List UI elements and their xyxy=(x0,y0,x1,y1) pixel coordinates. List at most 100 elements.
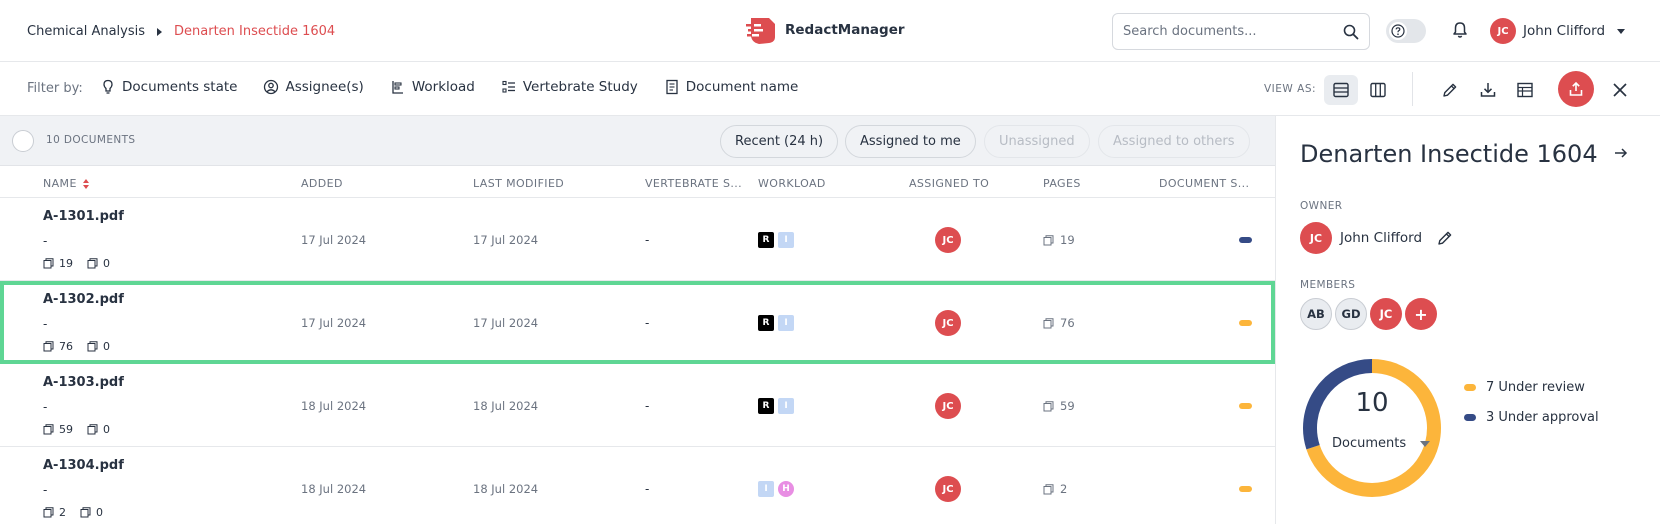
search-icon[interactable] xyxy=(1343,24,1359,40)
breadcrumb-current[interactable]: Denarten Insectide 1604 xyxy=(174,24,335,39)
pages-icon xyxy=(1043,400,1054,411)
filter-assignees[interactable]: Assignee(s) xyxy=(263,79,364,95)
table-row[interactable]: A-1304.pdf - 2 0 18 Jul 2024 18 Jul 2024… xyxy=(0,447,1275,524)
filter-document-name[interactable]: Document name xyxy=(664,79,798,95)
filter-workload[interactable]: Workload xyxy=(390,79,475,95)
file-page-count: 59 xyxy=(59,423,73,436)
add-member-button[interactable]: + xyxy=(1405,298,1437,330)
assignee-avatar[interactable]: JC xyxy=(935,310,961,336)
member-avatar[interactable]: GD xyxy=(1335,298,1367,330)
workload-info-badge: I xyxy=(778,315,794,331)
pages-icon xyxy=(43,341,54,352)
close-button[interactable] xyxy=(1606,76,1634,104)
legend-item-under-approval[interactable]: 3 Under approval xyxy=(1464,410,1599,425)
column-header-assigned-to[interactable]: ASSIGNED TO xyxy=(909,177,989,190)
filter-vertebrate-study[interactable]: Vertebrate Study xyxy=(501,79,638,95)
table-row[interactable]: A-1302.pdf - 76 0 17 Jul 2024 17 Jul 202… xyxy=(0,281,1275,364)
page-count-value: 2 xyxy=(1060,482,1068,496)
quick-filter-assigned-to-others[interactable]: Assigned to others xyxy=(1098,125,1250,158)
filter-label-text: Vertebrate Study xyxy=(522,79,638,95)
edit-owner-pencil-icon[interactable] xyxy=(1436,229,1454,247)
table-icon xyxy=(1517,82,1533,98)
table-row[interactable]: A-1301.pdf - 19 0 17 Jul 2024 17 Jul 202… xyxy=(0,198,1275,281)
added-date: 18 Jul 2024 xyxy=(301,399,367,413)
assignee-avatar[interactable]: JC xyxy=(935,393,961,419)
upload-icon xyxy=(1569,81,1583,96)
workload-info-badge: I xyxy=(778,232,794,248)
file-attachment-count: 0 xyxy=(103,423,110,436)
owner-label: OWNER xyxy=(1300,200,1343,212)
page-count: 2 xyxy=(1043,482,1067,496)
legend-swatch xyxy=(1464,384,1476,391)
column-header-name[interactable]: NAME xyxy=(43,177,89,190)
member-avatar[interactable]: JC xyxy=(1370,298,1402,330)
brand-name: RedactManager xyxy=(785,22,905,38)
document-icon xyxy=(666,79,678,95)
member-avatar[interactable]: AB xyxy=(1300,298,1332,330)
files-icon xyxy=(87,424,98,435)
download-button[interactable] xyxy=(1474,76,1502,104)
column-header-vertebrate[interactable]: VERTEBRATE S... xyxy=(645,177,742,190)
list-toolbar: 10 DOCUMENTS Recent (24 h) Assigned to m… xyxy=(0,116,1275,166)
search-input[interactable] xyxy=(1123,24,1343,39)
assignee-avatar[interactable]: JC xyxy=(935,476,961,502)
assignee-avatar[interactable]: JC xyxy=(935,227,961,253)
pencil-icon xyxy=(1443,83,1457,97)
view-board-button[interactable] xyxy=(1361,75,1395,105)
legend-label: 7 Under review xyxy=(1486,380,1585,395)
file-name[interactable]: A-1303.pdf xyxy=(43,375,124,390)
column-header-document-status[interactable]: DOCUMENT S... xyxy=(1159,177,1249,190)
collapse-arrow-icon[interactable] xyxy=(1612,144,1630,162)
column-header-added[interactable]: ADDED xyxy=(301,177,343,190)
owner-avatar: JC xyxy=(1300,222,1332,254)
document-rows: A-1301.pdf - 19 0 17 Jul 2024 17 Jul 202… xyxy=(0,198,1275,524)
modified-date: 17 Jul 2024 xyxy=(473,316,539,330)
column-header-last-modified[interactable]: LAST MODIFIED xyxy=(473,177,564,190)
column-header-pages[interactable]: PAGES xyxy=(1043,177,1081,190)
members-list: AB GD JC + xyxy=(1300,298,1440,330)
upload-button[interactable] xyxy=(1558,71,1594,107)
filter-label: Filter by: xyxy=(27,81,83,96)
user-menu[interactable]: JC John Clifford xyxy=(1490,18,1626,44)
view-list-button[interactable] xyxy=(1324,75,1358,105)
files-icon xyxy=(87,258,98,269)
column-header-row: NAME ADDED LAST MODIFIED VERTEBRATE S...… xyxy=(0,166,1275,198)
file-page-count: 76 xyxy=(59,340,73,353)
table-row[interactable]: A-1303.pdf - 59 0 18 Jul 2024 18 Jul 202… xyxy=(0,364,1275,447)
legend-item-under-review[interactable]: 7 Under review xyxy=(1464,380,1585,395)
quick-filter-unassigned[interactable]: Unassigned xyxy=(984,125,1090,158)
filter-label-text: Workload xyxy=(411,79,475,95)
modified-date: 18 Jul 2024 xyxy=(473,399,539,413)
download-icon xyxy=(1480,83,1496,97)
quick-filter-recent[interactable]: Recent (24 h) xyxy=(720,125,839,158)
pages-icon xyxy=(1043,234,1054,245)
file-meta: 19 0 xyxy=(43,257,110,270)
notifications-bell-icon[interactable] xyxy=(1450,20,1470,40)
filter-documents-state[interactable]: Documents state xyxy=(100,79,237,95)
breadcrumb-root[interactable]: Chemical Analysis xyxy=(27,24,145,39)
legend-label: 3 Under approval xyxy=(1486,410,1599,425)
search-box[interactable] xyxy=(1112,13,1370,50)
breadcrumb: Chemical Analysis Denarten Insectide 160… xyxy=(27,24,335,39)
user-avatar: JC xyxy=(1490,18,1516,44)
file-name[interactable]: A-1304.pdf xyxy=(43,458,124,473)
vertebrate-value: - xyxy=(645,233,650,247)
edit-dossier-button[interactable] xyxy=(1436,76,1464,104)
column-header-workload[interactable]: WORKLOAD xyxy=(758,177,826,190)
filter-label-text: Assignee(s) xyxy=(285,79,364,95)
quick-filter-assigned-to-me[interactable]: Assigned to me xyxy=(845,125,976,158)
question-icon xyxy=(1391,24,1405,38)
chevron-down-icon xyxy=(1420,440,1431,447)
workload-icon xyxy=(392,81,403,94)
file-name[interactable]: A-1302.pdf xyxy=(43,292,124,307)
brand[interactable]: RedactManager xyxy=(745,15,905,45)
file-name[interactable]: A-1301.pdf xyxy=(43,209,124,224)
board-view-icon xyxy=(1370,82,1386,98)
page-count: 59 xyxy=(1043,399,1075,413)
select-all-checkbox[interactable] xyxy=(12,130,34,152)
file-meta: 76 0 xyxy=(43,340,110,353)
brand-logo-icon xyxy=(745,18,775,44)
table-report-button[interactable] xyxy=(1511,76,1539,104)
help-mode-toggle[interactable] xyxy=(1386,19,1426,43)
donut-type-select[interactable]: Documents xyxy=(1332,436,1431,451)
